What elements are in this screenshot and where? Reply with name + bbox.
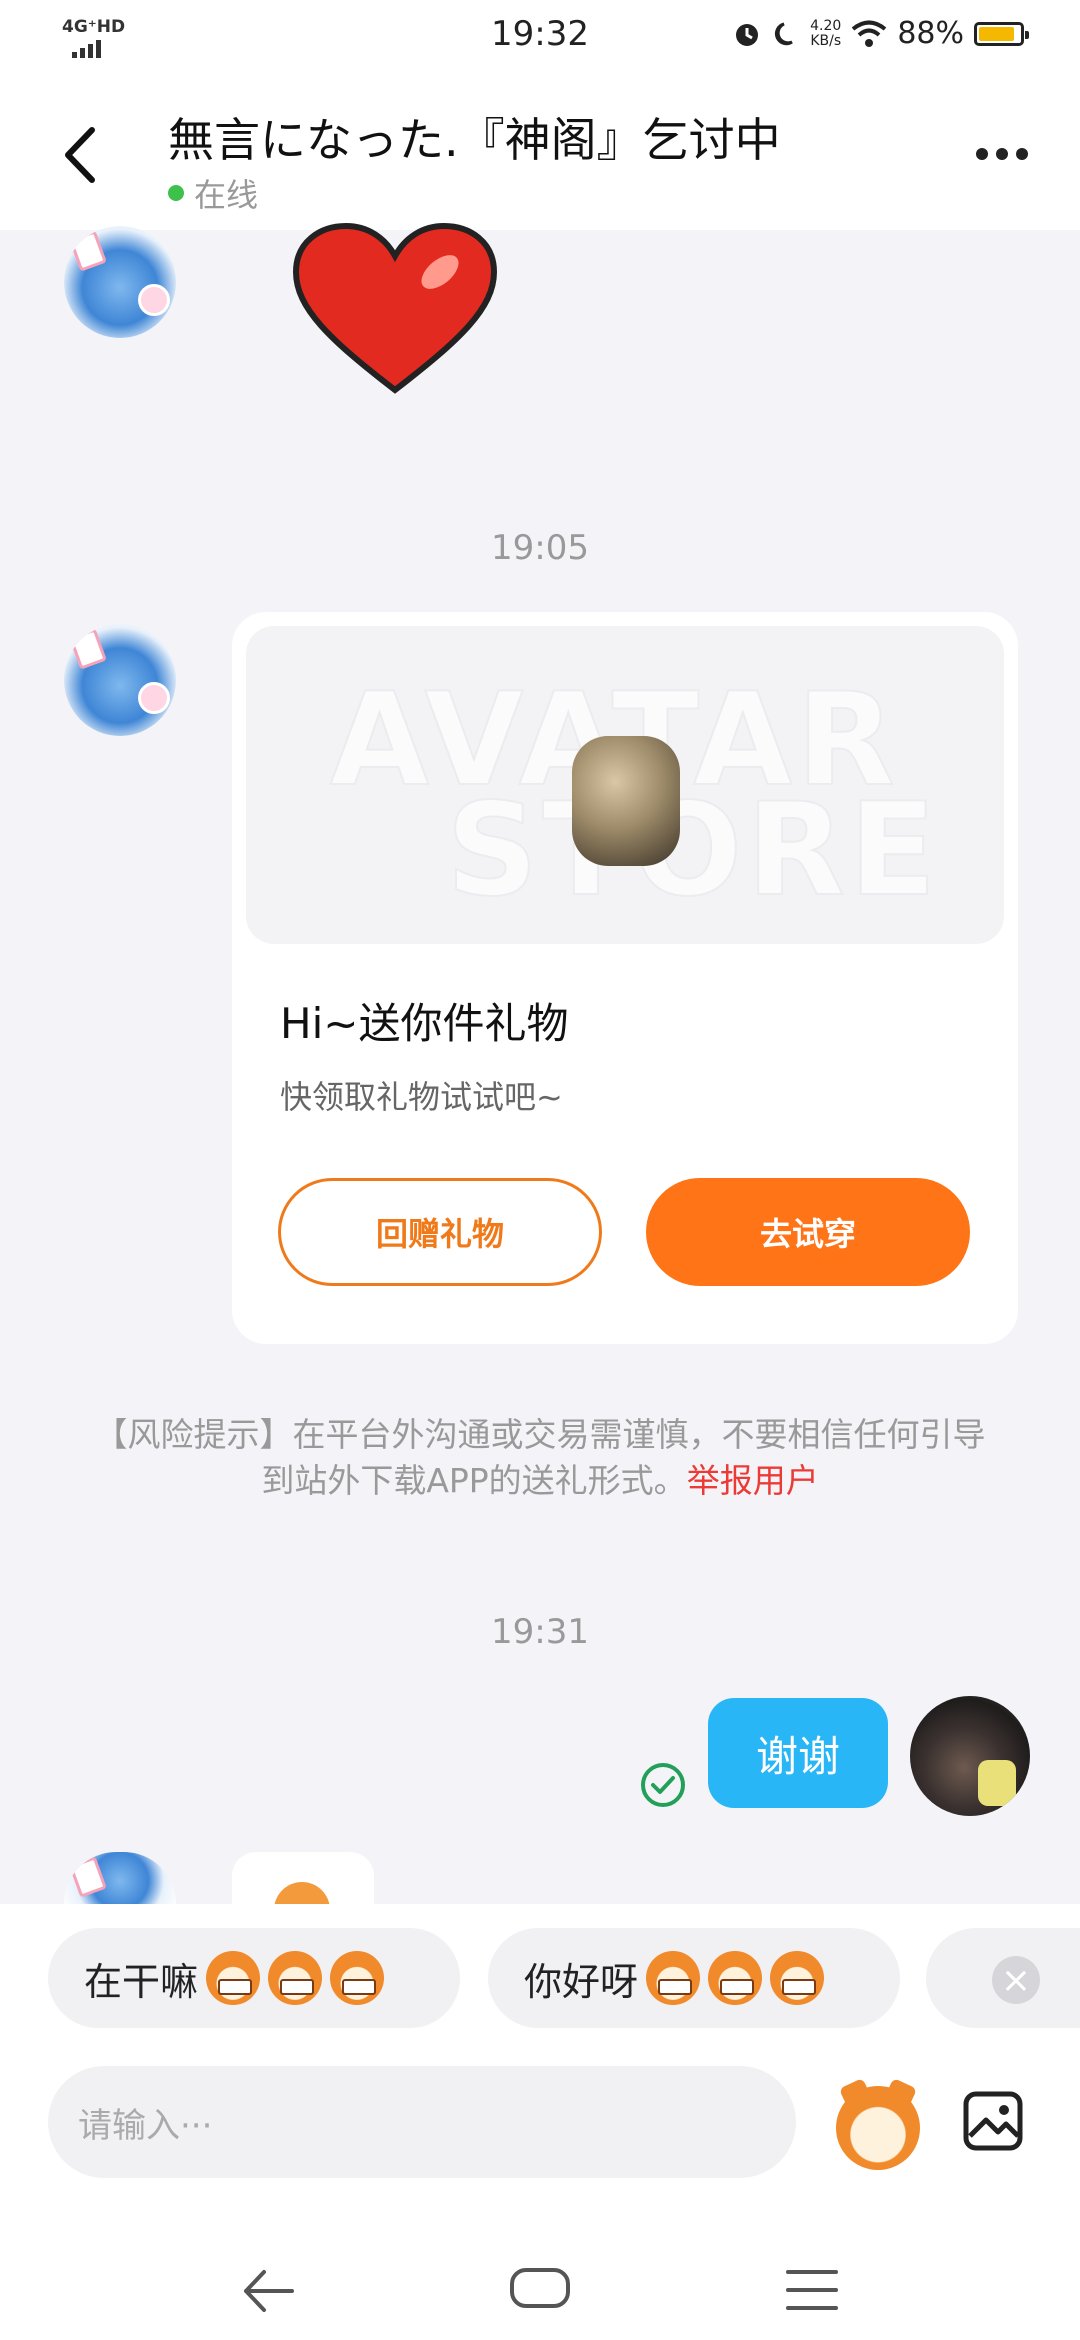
read-check-icon — [641, 1763, 685, 1807]
grin-emoji-icon — [330, 1951, 385, 2005]
contact-avatar[interactable] — [64, 226, 176, 338]
return-gift-button[interactable]: 回赠礼物 — [278, 1178, 602, 1286]
moon-icon — [775, 22, 793, 45]
status-icons: 4.20 KB/s 88% — [732, 16, 1029, 51]
heart-sticker — [292, 222, 498, 394]
gift-card[interactable]: AVATAR STORE Hi~送你件礼物 快领取礼物试试吧~ 回赠礼物 去试穿 — [232, 612, 1018, 1344]
quick-replies: 在干嘛 你好呀 — [48, 1928, 1080, 2028]
nav-back-icon[interactable] — [240, 2266, 296, 2316]
emoji-button-icon[interactable] — [836, 2086, 920, 2170]
partial-message-bubble[interactable] — [232, 1852, 374, 1912]
network-speed: 4.20 KB/s — [810, 17, 842, 49]
wifi-icon — [852, 20, 887, 47]
quick-reply-label: 你好呀 — [524, 1959, 639, 2004]
chat-header: 無言になった.『神阁』乞讨中 在线 — [0, 80, 1080, 230]
gift-hat-image — [572, 736, 680, 866]
risk-notice: 【风险提示】在平台外沟通或交易需谨慎，不要相信任何引导到站外下载APP的送礼形式… — [80, 1412, 1000, 1504]
online-status-label: 在线 — [194, 176, 259, 214]
bottom-panel: 在干嘛 你好呀 × 请输入··· — [0, 1904, 1080, 2340]
status-bar: 4G⁺HD 19:32 4.20 KB/s 88% — [0, 0, 1080, 80]
smile-emoji-icon — [708, 1951, 763, 2005]
grin-emoji-icon — [268, 1951, 323, 2005]
contact-avatar[interactable] — [64, 624, 176, 736]
close-quick-replies-icon[interactable]: × — [992, 1956, 1040, 2004]
my-avatar[interactable] — [910, 1696, 1030, 1816]
gift-title: Hi~送你件礼物 — [280, 999, 569, 1048]
gift-preview: AVATAR STORE — [246, 626, 1004, 944]
back-arrow-icon[interactable] — [56, 120, 106, 190]
smile-emoji-icon — [770, 1951, 825, 2005]
chat-title: 無言になった.『神阁』乞讨中 — [168, 113, 781, 167]
nav-home-icon[interactable] — [510, 2268, 570, 2308]
system-nav-bar — [0, 2244, 1080, 2340]
gift-subtitle: 快领取礼物试试吧~ — [280, 1078, 563, 1116]
online-status: 在线 — [168, 170, 258, 216]
input-placeholder: 请输入··· — [78, 2105, 213, 2146]
more-options-icon[interactable] — [976, 148, 1028, 160]
quick-reply-chip[interactable]: 在干嘛 — [48, 1928, 460, 2028]
battery-percent: 88% — [897, 16, 964, 51]
message-timestamp: 19:05 — [491, 528, 589, 568]
quick-reply-label: 在干嘛 — [84, 1959, 199, 2004]
smile-emoji-icon — [646, 1951, 701, 2005]
battery-icon — [974, 21, 1029, 46]
my-message-bubble[interactable]: 谢谢 — [708, 1698, 888, 1808]
quick-reply-chip[interactable]: 你好呀 — [488, 1928, 900, 2028]
grin-emoji-icon — [206, 1951, 261, 2005]
nav-menu-icon[interactable] — [786, 2270, 838, 2310]
alarm-icon — [736, 23, 759, 46]
online-dot-icon — [168, 185, 184, 201]
watermark-store: STORE — [445, 775, 941, 926]
report-user-link[interactable]: 举报用户 — [687, 1461, 819, 1500]
try-on-button[interactable]: 去试穿 — [646, 1178, 970, 1286]
message-timestamp: 19:31 — [491, 1612, 589, 1652]
image-picker-icon[interactable] — [962, 2090, 1024, 2152]
message-input[interactable]: 请输入··· — [48, 2066, 796, 2178]
contact-avatar[interactable] — [64, 1852, 176, 1904]
risk-notice-text: 【风险提示】在平台外沟通或交易需谨慎，不要相信任何引导到站外下载APP的送礼形式… — [94, 1415, 986, 1500]
